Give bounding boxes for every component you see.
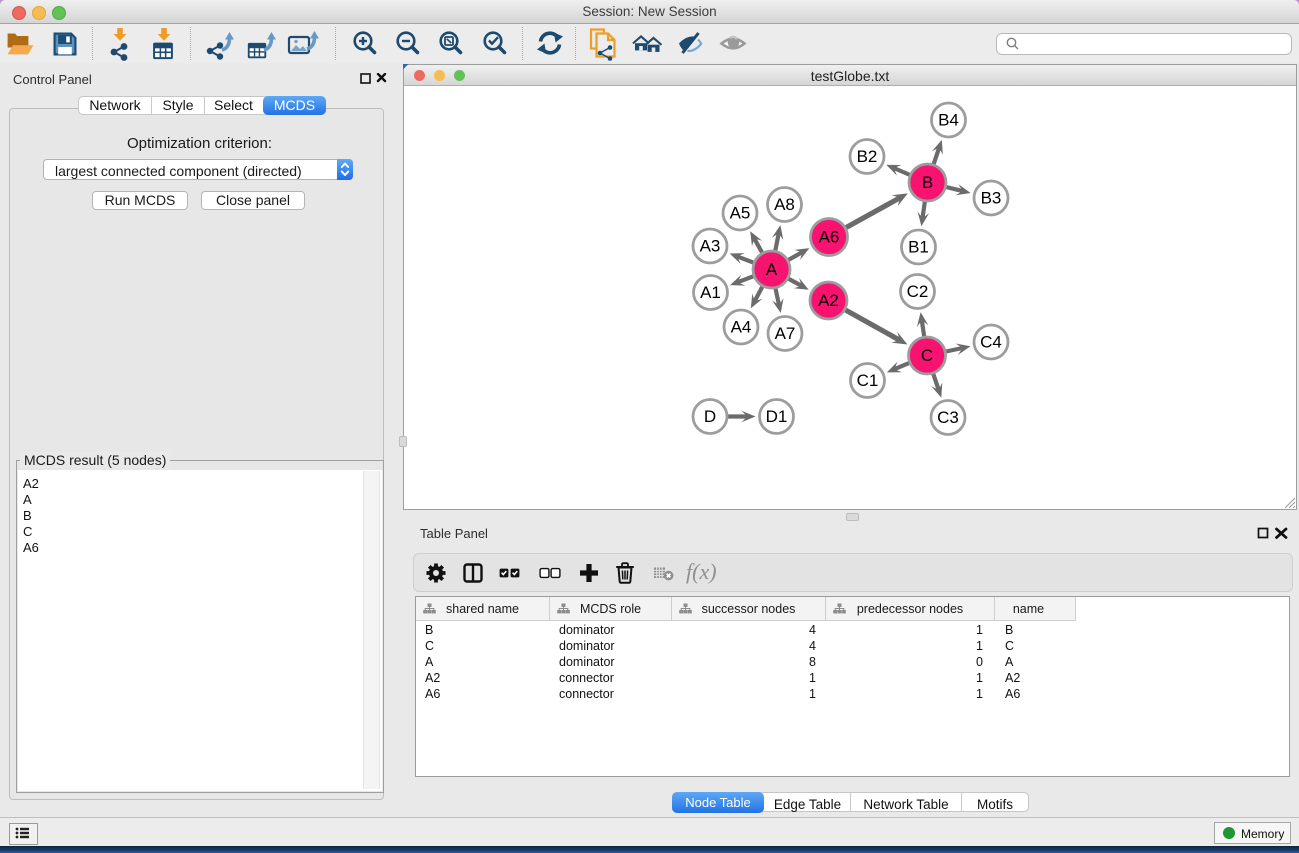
svg-text:A5: A5 bbox=[730, 204, 751, 223]
svg-text:D: D bbox=[704, 407, 716, 426]
svg-text:A: A bbox=[766, 260, 778, 279]
svg-text:B3: B3 bbox=[981, 189, 1002, 208]
svg-text:A1: A1 bbox=[700, 283, 721, 302]
svg-text:B4: B4 bbox=[938, 111, 959, 130]
svg-text:B2: B2 bbox=[857, 147, 878, 166]
svg-text:C2: C2 bbox=[907, 282, 929, 301]
svg-text:A2: A2 bbox=[818, 291, 839, 310]
svg-text:A7: A7 bbox=[775, 324, 796, 343]
svg-text:C: C bbox=[921, 346, 933, 365]
svg-text:D1: D1 bbox=[766, 407, 788, 426]
svg-text:A8: A8 bbox=[774, 195, 795, 214]
svg-text:A6: A6 bbox=[819, 228, 840, 247]
svg-text:B: B bbox=[922, 173, 933, 192]
svg-text:C4: C4 bbox=[980, 333, 1002, 352]
svg-text:B1: B1 bbox=[908, 238, 929, 257]
svg-text:C1: C1 bbox=[857, 371, 879, 390]
svg-text:A3: A3 bbox=[700, 237, 721, 256]
svg-text:C3: C3 bbox=[937, 408, 959, 427]
svg-text:A4: A4 bbox=[731, 318, 752, 337]
